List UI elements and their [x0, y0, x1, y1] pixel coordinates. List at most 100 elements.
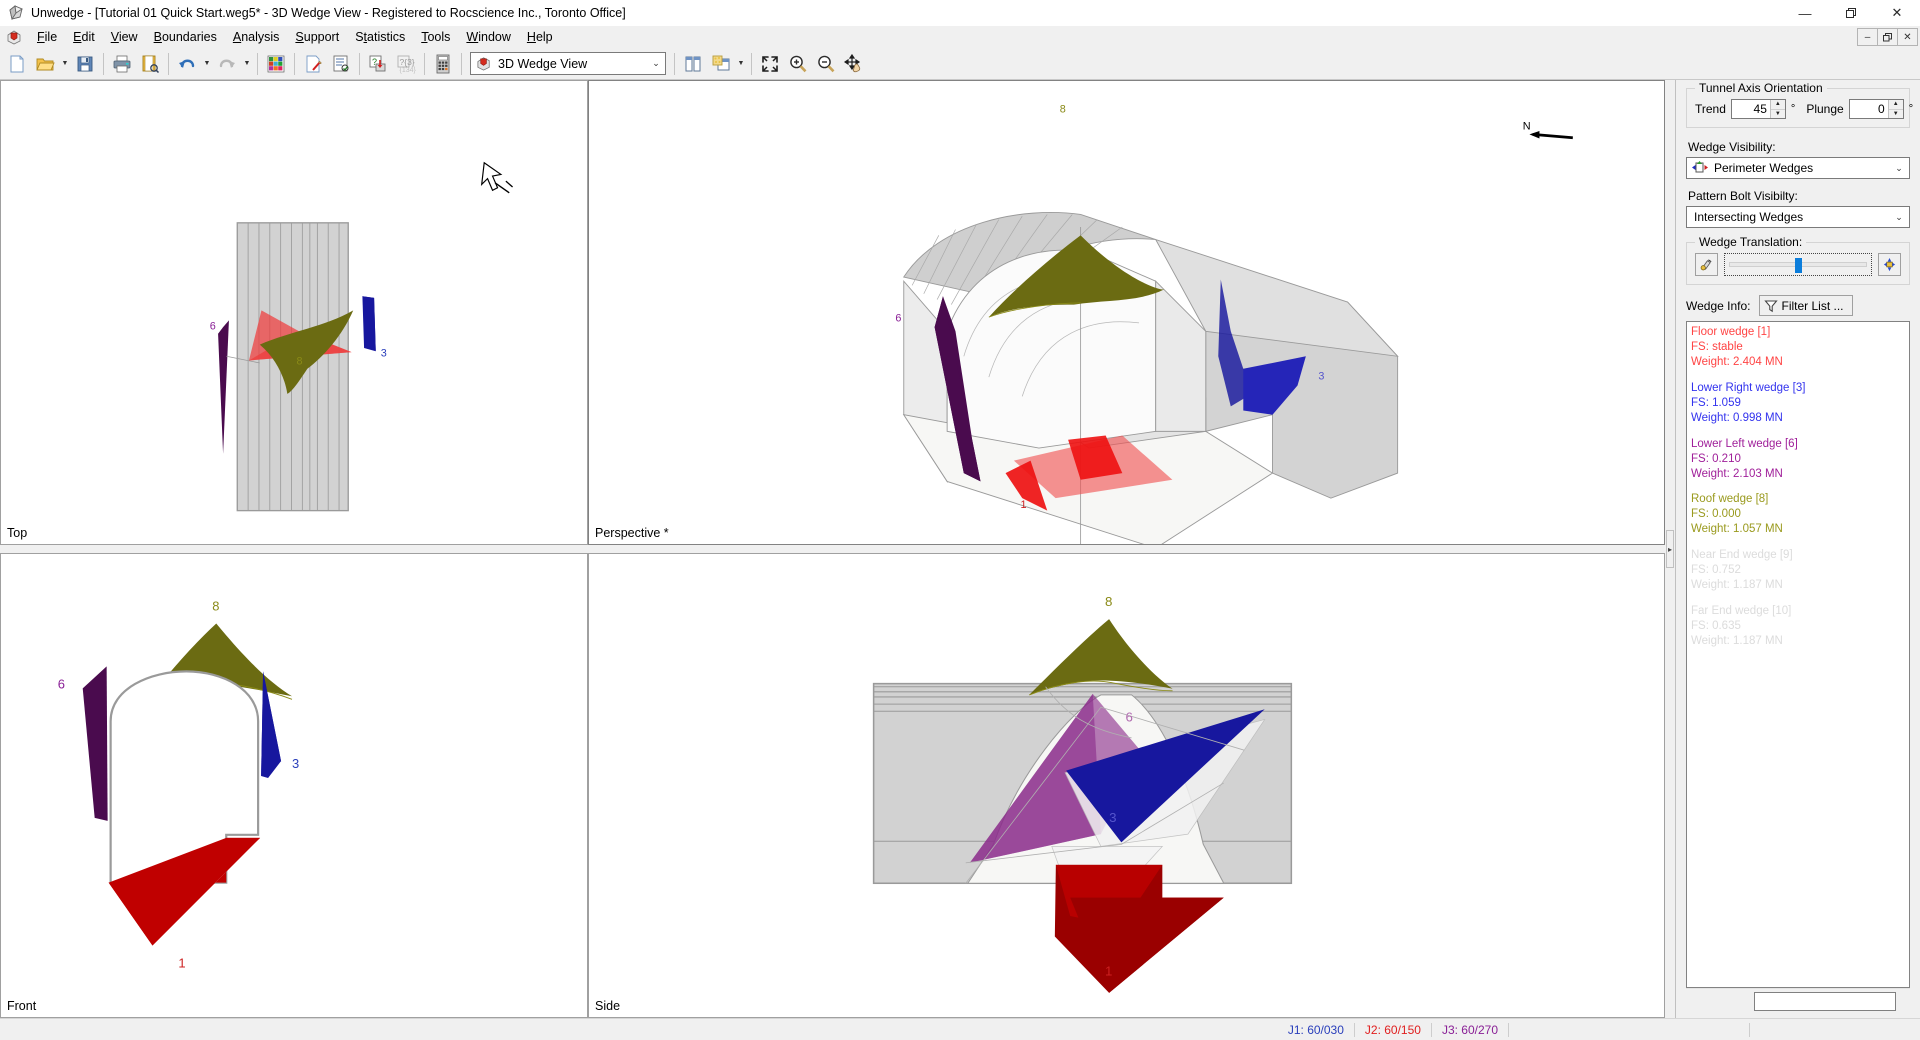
project-settings-icon[interactable]: [299, 50, 327, 78]
print-preview-icon[interactable]: [136, 50, 164, 78]
view-pane-side[interactable]: 8 6 3 1 Side: [588, 553, 1665, 1018]
reset-translation-icon[interactable]: [1695, 253, 1718, 276]
status-input-field[interactable]: [1754, 992, 1896, 1011]
wedge-info-entry[interactable]: Floor wedge [1] FS: stable Weight: 2.404…: [1691, 325, 1905, 370]
wedge-info-entry[interactable]: Far End wedge [10] FS: 0.635 Weight: 1.1…: [1691, 604, 1905, 649]
menu-statistics[interactable]: Statistics: [347, 28, 413, 46]
plunge-label: Plunge: [1806, 102, 1844, 116]
view-pane-top[interactable]: 6 8 3 Top: [0, 80, 588, 545]
wedge-info-entry[interactable]: Roof wedge [8] FS: 0.000 Weight: 1.057 M…: [1691, 492, 1905, 537]
trend-spin-arrows[interactable]: ▲ ▼: [1769, 100, 1785, 119]
view-selector-combo[interactable]: 3D Wedge View ⌄: [470, 52, 666, 75]
new-file-icon[interactable]: [3, 50, 31, 78]
plunge-input[interactable]: [1849, 100, 1888, 118]
statistics-icon[interactable]: ?{3} {134}: [392, 50, 420, 78]
undo-icon[interactable]: [173, 50, 201, 78]
slider-thumb[interactable]: [1795, 258, 1803, 273]
chevron-down-icon[interactable]: ⌄: [647, 58, 665, 69]
window-title: Unwedge - [Tutorial 01 Quick Start.weg5*…: [31, 5, 626, 20]
menu-analysis[interactable]: Analysis: [225, 28, 288, 46]
menu-window[interactable]: Window: [458, 28, 518, 46]
zoom-all-icon[interactable]: [756, 50, 784, 78]
wedge-weight: Weight: 2.103 MN: [1691, 467, 1783, 480]
window-close-button[interactable]: ✕: [1874, 0, 1920, 26]
svg-text:3: 3: [292, 756, 299, 771]
svg-text:6: 6: [895, 312, 901, 324]
plunge-spin-arrows[interactable]: ▲ ▼: [1887, 100, 1903, 119]
wedge-weight: Weight: 1.187 MN: [1691, 579, 1783, 592]
svg-text:8: 8: [1105, 594, 1112, 609]
print-icon[interactable]: [108, 50, 136, 78]
main-content-area: 6 8 3 Top N 8 6 3 1 Perspective * 8 6 3 …: [0, 80, 1920, 1018]
panel-splitter[interactable]: ▸: [1665, 80, 1675, 1018]
color-palette-icon[interactable]: [262, 50, 290, 78]
wedge-visibility-combo[interactable]: Perimeter Wedges ⌄: [1686, 157, 1910, 179]
redo-dropdown-arrow[interactable]: ▼: [241, 50, 253, 78]
filter-list-button[interactable]: Filter List ...: [1758, 295, 1853, 316]
svg-text:1: 1: [1021, 499, 1027, 511]
plunge-stepper[interactable]: ▲ ▼: [1848, 99, 1904, 119]
trend-stepper[interactable]: ▲ ▼: [1730, 99, 1786, 119]
trend-spin-down-icon[interactable]: ▼: [1771, 110, 1785, 119]
view-pane-perspective[interactable]: N 8 6 3 1 Perspective *: [588, 80, 1665, 545]
mdi-restore-button[interactable]: [1877, 28, 1898, 46]
redo-icon[interactable]: [213, 50, 241, 78]
mdi-child-controls: – ✕: [1857, 28, 1918, 46]
window-restore-button[interactable]: [1828, 0, 1874, 26]
wedge-fs: FS: stable: [1691, 340, 1743, 353]
wedge-info-entry[interactable]: Lower Left wedge [6] FS: 0.210 Weight: 2…: [1691, 437, 1905, 482]
svg-text:6: 6: [210, 321, 216, 333]
menu-boundaries[interactable]: Boundaries: [146, 28, 225, 46]
mdi-minimize-button[interactable]: –: [1857, 28, 1878, 46]
chevron-down-icon[interactable]: ⌄: [1889, 212, 1909, 223]
wedge-translation-row: [1695, 253, 1901, 276]
wedge-info-entry[interactable]: Near End wedge [9] FS: 0.752 Weight: 1.1…: [1691, 548, 1905, 593]
wedge-name: Roof wedge [8]: [1691, 493, 1769, 506]
menu-edit[interactable]: Edit: [65, 28, 103, 46]
panel-collapse-grip[interactable]: ▸: [1666, 530, 1674, 568]
wedge-info-entry[interactable]: Lower Right wedge [3] FS: 1.059 Weight: …: [1691, 381, 1905, 426]
trend-spin-up-icon[interactable]: ▲: [1770, 100, 1785, 110]
svg-text:?{3}: ?{3}: [400, 57, 415, 67]
plunge-unit: °: [1908, 103, 1914, 115]
slider-track[interactable]: [1729, 258, 1867, 273]
wedge-info-list[interactable]: Floor wedge [1] FS: stable Weight: 2.404…: [1686, 321, 1910, 988]
cursor-arrow-icon: [480, 161, 514, 194]
mdi-close-button[interactable]: ✕: [1897, 28, 1918, 46]
menu-help[interactable]: Help: [519, 28, 561, 46]
new-window-dropdown-arrow[interactable]: ▼: [735, 50, 747, 78]
svg-text:3: 3: [1318, 371, 1324, 383]
chevron-down-icon[interactable]: ⌄: [1889, 163, 1909, 174]
toolbar-separator: [168, 52, 169, 75]
trend-input[interactable]: [1731, 100, 1770, 118]
menu-view[interactable]: View: [103, 28, 146, 46]
new-window-icon[interactable]: [707, 50, 735, 78]
calculator-icon[interactable]: [429, 50, 457, 78]
undo-dropdown-arrow[interactable]: ▼: [201, 50, 213, 78]
views-bottom-row: 8 6 3 1 Front 8 6 3 1 Side: [0, 553, 1665, 1018]
wedge-translation-slider[interactable]: [1724, 253, 1872, 276]
title-bar: Unwedge - [Tutorial 01 Quick Start.weg5*…: [0, 0, 1920, 26]
window-controls: — ✕: [1782, 0, 1920, 26]
views-top-row: 6 8 3 Top N 8 6 3 1 Perspective *: [0, 80, 1665, 545]
pattern-bolt-visibility-combo[interactable]: Intersecting Wedges ⌄: [1686, 206, 1910, 228]
window-minimize-button[interactable]: —: [1782, 0, 1828, 26]
save-file-icon[interactable]: [71, 50, 99, 78]
tile-vertical-icon[interactable]: [679, 50, 707, 78]
zoom-out-icon[interactable]: [812, 50, 840, 78]
menu-file[interactable]: FFileile: [29, 28, 65, 46]
open-file-dropdown-arrow[interactable]: ▼: [59, 50, 71, 78]
view-pane-front[interactable]: 8 6 3 1 Front: [0, 553, 588, 1018]
menu-support[interactable]: Support: [287, 28, 347, 46]
toolbar-separator: [359, 52, 360, 75]
open-file-icon[interactable]: [31, 50, 59, 78]
horizontal-splitter[interactable]: [0, 545, 1665, 553]
plunge-spin-up-icon[interactable]: ▲: [1888, 100, 1903, 110]
menu-tools[interactable]: Tools: [413, 28, 458, 46]
plunge-spin-down-icon[interactable]: ▼: [1889, 110, 1903, 119]
pan-icon[interactable]: [840, 50, 868, 78]
zoom-in-icon[interactable]: [784, 50, 812, 78]
info-viewer-icon[interactable]: [327, 50, 355, 78]
wedge-query-icon[interactable]: ?: [364, 50, 392, 78]
animate-wedges-icon[interactable]: [1878, 253, 1901, 276]
